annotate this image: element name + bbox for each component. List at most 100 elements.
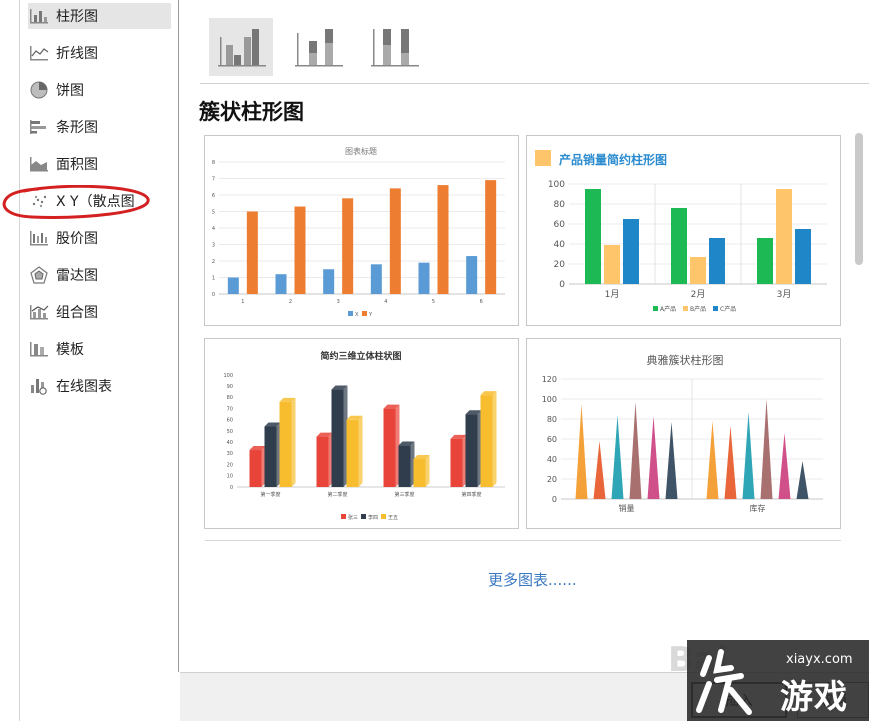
y-tick-label: 3 bbox=[212, 242, 215, 248]
chart-title: 简约三维立体柱状图 bbox=[320, 350, 401, 362]
x-tick-label: 第一季度 bbox=[260, 491, 280, 498]
bar-mark bbox=[279, 401, 292, 487]
bar-mark bbox=[246, 211, 258, 294]
bar-mark bbox=[760, 399, 773, 499]
bar-mark bbox=[398, 445, 411, 487]
y-tick-label: 60 bbox=[547, 435, 557, 444]
bar-mark bbox=[331, 389, 344, 487]
chart-title: 产品销量简约柱形图 bbox=[559, 152, 667, 167]
x-tick-label: 4 bbox=[384, 299, 387, 305]
y-tick-label: 6 bbox=[212, 193, 215, 199]
legend-label: 李四 bbox=[368, 514, 378, 521]
y-tick-label: 0 bbox=[230, 485, 233, 491]
more-charts-link[interactable]: 更多图表...... bbox=[0, 569, 869, 590]
x-tick-label: 第三季度 bbox=[394, 491, 414, 498]
y-tick-label: 7 bbox=[212, 176, 215, 182]
vertical-scrollbar[interactable] bbox=[855, 133, 863, 265]
type-row-divider bbox=[200, 83, 869, 84]
x-tick-label: 5 bbox=[432, 299, 435, 305]
x-tick-label: 2月 bbox=[691, 289, 706, 300]
sidebar-item-combo[interactable]: 组合图 bbox=[28, 299, 171, 325]
x-tick-label: 3月 bbox=[777, 289, 792, 300]
y-tick-label: 80 bbox=[227, 395, 233, 401]
y-tick-label: 80 bbox=[547, 415, 557, 424]
chart-preview-2[interactable]: 0 20 40 60 80 100 产品销量简约柱形图 1月 2月 3月 A产品 B产品 C产品 bbox=[526, 135, 841, 326]
sidebar-item-online[interactable]: 在线图表 bbox=[28, 373, 171, 399]
sidebar-item-bar[interactable]: 条形图 bbox=[28, 114, 171, 140]
chart-preview-2-svg: 0 20 40 60 80 100 产品销量简约柱形图 1月 2月 3月 A产品 B产品 C产品 bbox=[535, 150, 827, 313]
x-tick-label: 销量 bbox=[619, 503, 635, 513]
chart-preview-1[interactable]: 0 1 2 3 4 5 6 7 8 图表标题 1 2 3 4 5 6 X Y bbox=[204, 135, 519, 326]
sidebar-item-label: 在线图表 bbox=[56, 379, 112, 395]
clustered-column-type-button[interactable] bbox=[209, 18, 273, 76]
bar-mark bbox=[323, 269, 335, 294]
bar-mark bbox=[647, 416, 660, 499]
legend-swatch bbox=[361, 514, 366, 519]
clustered-column-icon bbox=[218, 29, 266, 67]
bar-mark bbox=[575, 404, 588, 499]
sidebar-item-stock[interactable]: 股价图 bbox=[28, 225, 171, 251]
bar-mark bbox=[665, 422, 678, 499]
percent-stacked-column-icon bbox=[371, 29, 419, 67]
y-tick-label: 0 bbox=[212, 292, 215, 298]
red-annotation-circle bbox=[2, 185, 150, 219]
legend-label: 王五 bbox=[388, 515, 398, 521]
bar-side bbox=[492, 391, 497, 487]
x-tick-label: 6 bbox=[480, 299, 483, 305]
preview-divider bbox=[205, 540, 841, 541]
legend-swatch bbox=[381, 514, 386, 519]
stacked-column-type-button[interactable] bbox=[286, 18, 350, 76]
bar-mark bbox=[709, 238, 725, 284]
combo-chart-icon bbox=[28, 303, 50, 321]
legend-label: C产品 bbox=[720, 305, 736, 313]
sidebar-item-pie[interactable]: 饼图 bbox=[28, 77, 171, 103]
chart-title: 图表标题 bbox=[345, 146, 377, 156]
bar-mark bbox=[724, 426, 737, 499]
line-chart-icon bbox=[28, 44, 50, 62]
legend-label: Y bbox=[368, 312, 373, 318]
legend-swatch bbox=[362, 311, 367, 316]
y-tick-label: 100 bbox=[548, 180, 565, 190]
y-tick-label: 40 bbox=[227, 440, 233, 446]
y-tick-label: 100 bbox=[542, 395, 557, 404]
legend-label: 张三 bbox=[348, 514, 358, 521]
sidebar-item-label: 面积图 bbox=[56, 157, 98, 173]
y-tick-label: 5 bbox=[212, 209, 215, 215]
sidebar-item-label: 柱形图 bbox=[56, 9, 98, 25]
y-tick-label: 60 bbox=[554, 220, 566, 230]
bar-mark bbox=[370, 264, 382, 294]
sidebar-item-label: 雷达图 bbox=[56, 268, 98, 284]
chart-preview-4[interactable]: 0 20 40 60 80 100 120 典雅簇状柱形图 销量 库存 bbox=[526, 338, 841, 529]
legend-label: X bbox=[355, 312, 359, 318]
bar-mark bbox=[611, 415, 624, 499]
sidebar-item-line[interactable]: 折线图 bbox=[28, 40, 171, 66]
x-tick-label: 1 bbox=[241, 299, 244, 305]
bar-mark bbox=[623, 219, 639, 284]
bar-mark bbox=[249, 450, 262, 487]
bar-mark bbox=[604, 245, 620, 284]
chart-preview-3[interactable]: 0 10 20 30 40 50 60 70 80 90 100 简约三维立体柱状图 第一季度 第二季度 第… bbox=[204, 338, 519, 529]
sidebar-item-area[interactable]: 面积图 bbox=[28, 151, 171, 177]
bar-mark bbox=[593, 441, 606, 499]
bar-mark bbox=[757, 238, 773, 284]
percent-stacked-column-type-button[interactable] bbox=[362, 18, 426, 76]
x-tick-label: 2 bbox=[289, 299, 292, 305]
sidebar-item-column[interactable]: 柱形图 bbox=[28, 3, 171, 29]
y-tick-label: 20 bbox=[227, 462, 233, 468]
y-tick-label: 2 bbox=[212, 259, 215, 265]
bar-mark bbox=[585, 189, 601, 284]
y-tick-label: 120 bbox=[542, 375, 557, 384]
y-tick-label: 40 bbox=[547, 455, 557, 464]
y-tick-label: 30 bbox=[227, 451, 233, 457]
bar-mark bbox=[776, 189, 792, 284]
bar-mark bbox=[437, 185, 449, 294]
watermark-text: 游戏 bbox=[780, 677, 848, 716]
sidebar-item-template[interactable]: 模板 bbox=[28, 336, 171, 362]
legend-swatch bbox=[713, 306, 718, 311]
legend-swatch bbox=[653, 306, 658, 311]
x-tick-label: 1月 bbox=[605, 289, 620, 300]
sidebar-item-radar[interactable]: 雷达图 bbox=[28, 262, 171, 288]
bar-mark bbox=[418, 262, 430, 294]
bar-mark bbox=[742, 412, 755, 499]
sidebar-item-label: 模板 bbox=[56, 342, 84, 358]
